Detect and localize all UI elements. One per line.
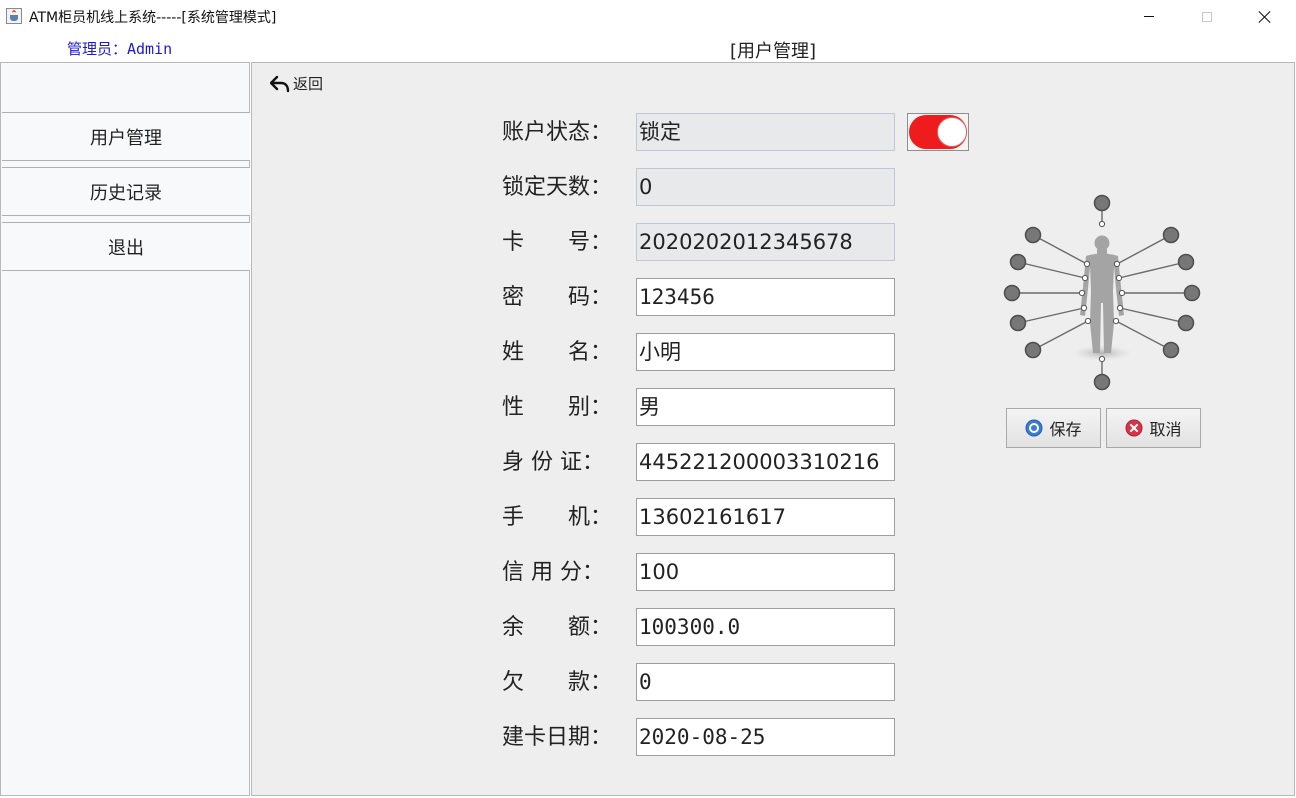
label-balance: 余 额： — [502, 615, 613, 640]
name-field[interactable]: 小明 — [636, 333, 895, 371]
maximize-button[interactable] — [1178, 0, 1236, 33]
phone-field[interactable]: 13602161617 — [636, 498, 895, 536]
label-password: 密 码： — [502, 285, 613, 310]
sidebar-item-history[interactable]: 历史记录 — [2, 167, 250, 216]
page-title: [用户管理] — [729, 41, 817, 62]
label-id-card: 身 份 证： — [502, 450, 604, 475]
lock-days-field: 0 — [636, 168, 895, 206]
cancel-button[interactable]: 取消 — [1106, 408, 1201, 448]
label-name: 姓 名： — [502, 340, 613, 365]
label-account-status: 账户状态： — [502, 120, 613, 145]
label-card-number: 卡 号： — [502, 230, 613, 255]
close-button[interactable] — [1236, 0, 1294, 33]
label-phone: 手 机： — [502, 505, 613, 530]
close-icon — [1259, 11, 1271, 23]
save-button[interactable]: 保存 — [1006, 408, 1101, 448]
minimize-icon — [1144, 16, 1154, 17]
label-credit-score: 信 用 分： — [502, 560, 604, 585]
save-label: 保存 — [1049, 420, 1082, 439]
label-lock-days: 锁定天数： — [502, 175, 613, 200]
toggle-knob — [937, 117, 967, 147]
label-gender: 性 别： — [502, 395, 613, 420]
cancel-label: 取消 — [1149, 420, 1182, 439]
account-status-field: 锁定 — [636, 113, 895, 151]
java-app-icon — [6, 8, 22, 24]
card-number-field: 2020202012345678 — [636, 223, 895, 261]
lock-toggle[interactable] — [907, 113, 969, 151]
admin-label: 管理员：Admin — [67, 40, 173, 58]
maximize-icon — [1202, 11, 1212, 22]
window-title: ATM柜员机线上系统-----[系统管理模式] — [29, 10, 277, 26]
save-icon — [1025, 419, 1043, 437]
balance-field[interactable]: 100300.0 — [636, 608, 895, 646]
back-label: 返回 — [293, 75, 324, 93]
back-arrow-icon — [270, 75, 290, 92]
back-link[interactable]: 返回 — [270, 73, 323, 94]
sidebar: 用户管理 历史记录 退出 — [0, 62, 250, 796]
cancel-icon — [1125, 419, 1143, 437]
sidebar-item-exit[interactable]: 退出 — [2, 222, 250, 271]
sidebar-item-user-management[interactable]: 用户管理 — [2, 112, 250, 161]
label-debt: 欠 款： — [502, 670, 613, 695]
id-card-field[interactable]: 445221200003310216 — [636, 443, 895, 481]
main-panel: 返回 账户状态： 锁定 锁定天数： 0 卡 号： 202020201234567… — [251, 62, 1295, 796]
card-date-field[interactable]: 2020-08-25 — [636, 718, 895, 756]
password-field[interactable]: 123456 — [636, 278, 895, 316]
debt-field[interactable]: 0 — [636, 663, 895, 701]
minimize-button[interactable] — [1120, 0, 1178, 33]
credit-score-field[interactable]: 100 — [636, 553, 895, 591]
gender-field[interactable]: 男 — [636, 388, 895, 426]
label-card-date: 建卡日期： — [502, 725, 613, 750]
human-body-icon — [1003, 194, 1201, 391]
window-titlebar: ATM柜员机线上系统-----[系统管理模式] — [0, 0, 1296, 33]
